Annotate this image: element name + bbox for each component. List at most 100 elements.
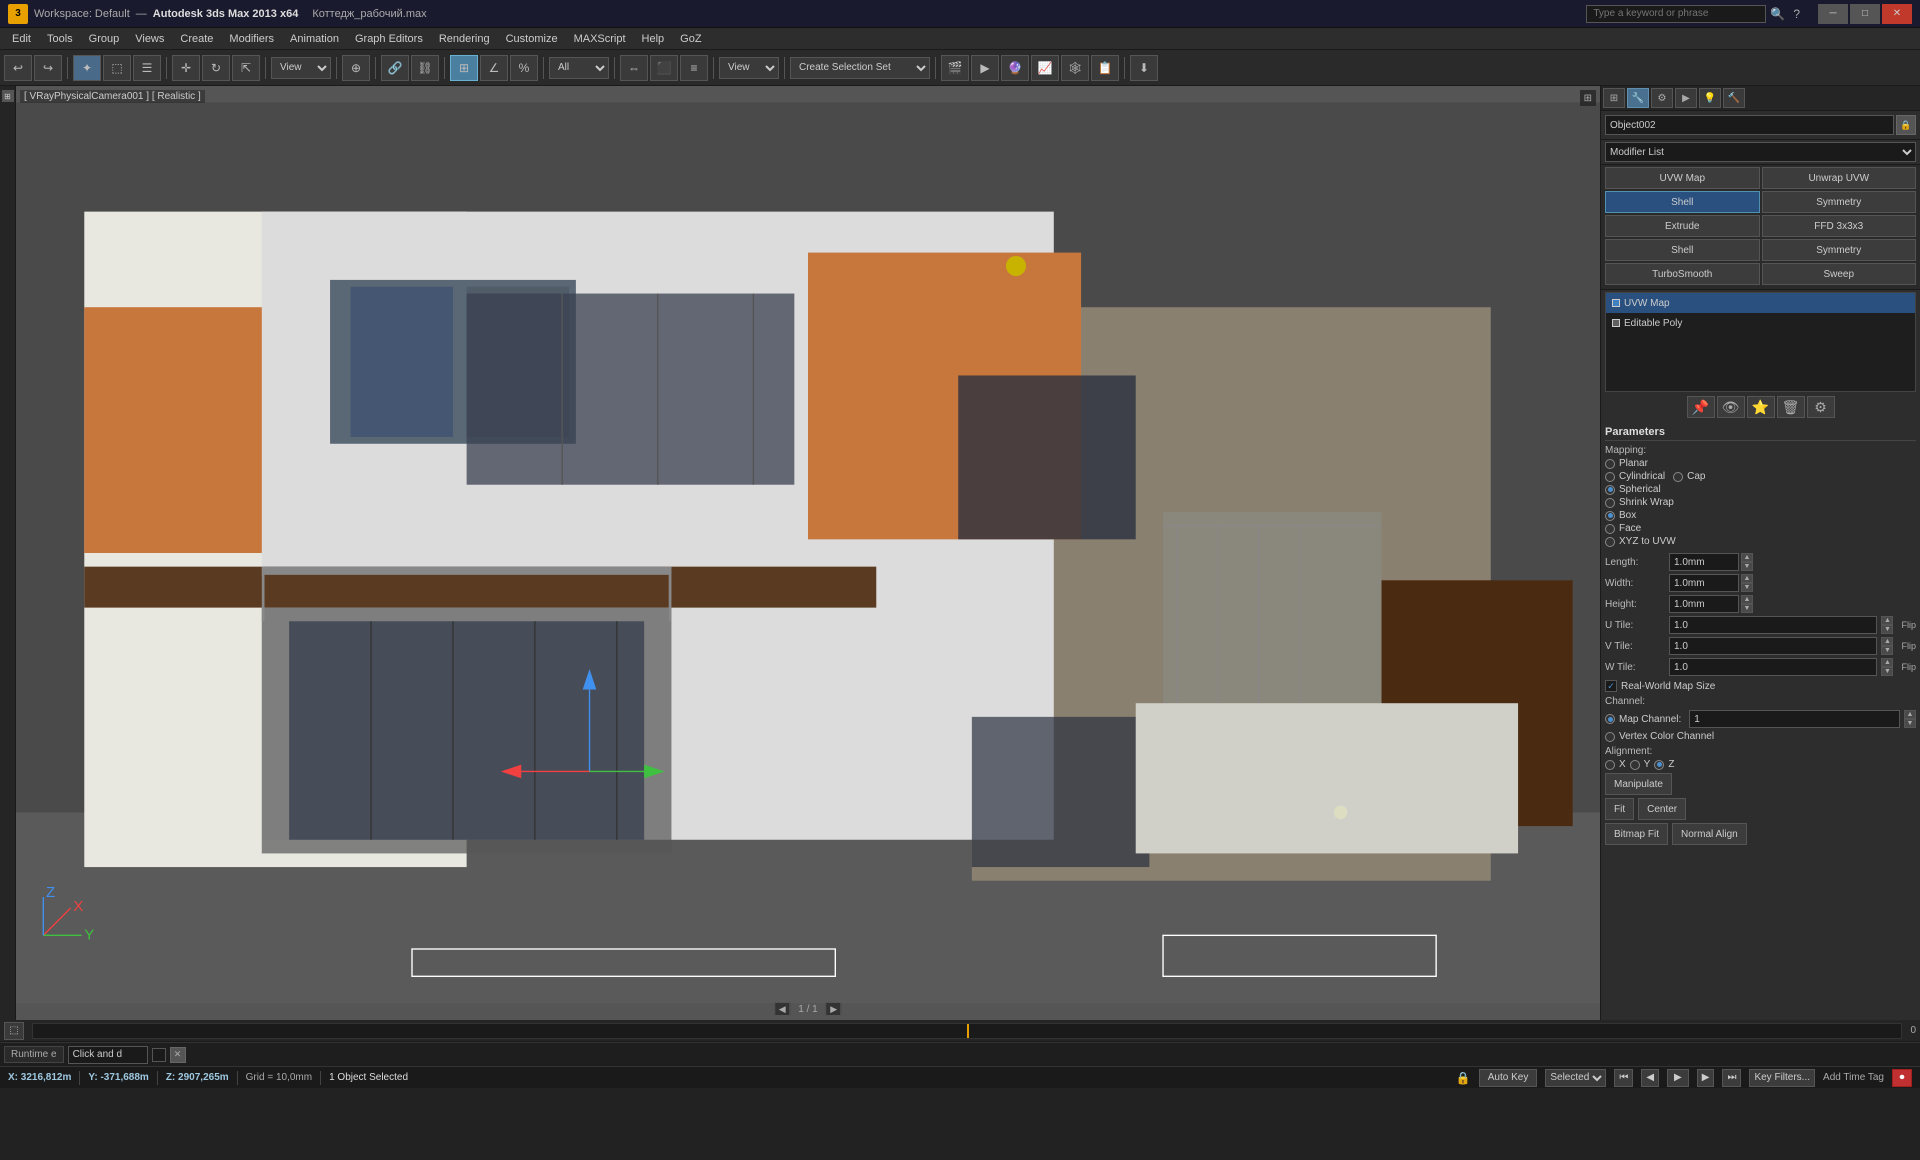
mod-btn-shell-2[interactable]: Shell: [1605, 239, 1760, 261]
map-channel-radio[interactable]: Map Channel:: [1605, 714, 1681, 725]
prev-page-button[interactable]: ◀: [774, 1002, 790, 1016]
display-tab[interactable]: ⊞: [1603, 88, 1625, 108]
select-by-name-button[interactable]: ☰: [133, 55, 161, 81]
runtime-close-button[interactable]: ✕: [170, 1047, 186, 1063]
mapping-shrinkwrap-radio[interactable]: [1605, 498, 1615, 508]
record-button[interactable]: ⏺: [1892, 1069, 1912, 1087]
mapping-spherical-radio[interactable]: [1605, 485, 1615, 495]
material-editor-button[interactable]: 🔮: [1001, 55, 1029, 81]
percent-snap-button[interactable]: %: [510, 55, 538, 81]
mapping-planar-radio[interactable]: [1605, 459, 1615, 469]
align-button[interactable]: ⬛: [650, 55, 678, 81]
selection-filter-dropdown[interactable]: All: [549, 57, 609, 79]
runtime-input[interactable]: [68, 1046, 148, 1064]
mapping-xyzuvw-radio[interactable]: [1605, 537, 1615, 547]
height-down[interactable]: ▼: [1741, 604, 1753, 613]
mod-btn-symmetry-1[interactable]: Symmetry: [1762, 191, 1917, 213]
fit-button[interactable]: Fit: [1605, 798, 1634, 820]
wtile-down[interactable]: ▼: [1881, 667, 1893, 676]
mapping-spherical[interactable]: Spherical: [1605, 484, 1916, 495]
vertex-color-dot[interactable]: [1605, 732, 1615, 742]
align-y-radio[interactable]: Y: [1630, 759, 1651, 770]
schematic-view-button[interactable]: 🕸: [1061, 55, 1089, 81]
channel-up[interactable]: ▲: [1904, 710, 1916, 719]
bitmap-fit-button[interactable]: Bitmap Fit: [1605, 823, 1668, 845]
menu-graph-editors[interactable]: Graph Editors: [347, 31, 431, 47]
channel-down[interactable]: ▼: [1904, 719, 1916, 728]
mod-btn-turbosmooth[interactable]: TurboSmooth: [1605, 263, 1760, 285]
angle-snap-button[interactable]: ∠: [480, 55, 508, 81]
mapping-cap-radio[interactable]: [1673, 472, 1683, 482]
mod-btn-extrude[interactable]: Extrude: [1605, 215, 1760, 237]
vtile-input[interactable]: [1669, 637, 1877, 655]
menu-modifiers[interactable]: Modifiers: [221, 31, 282, 47]
vtile-up[interactable]: ▲: [1881, 637, 1893, 646]
select-button[interactable]: ✦: [73, 55, 101, 81]
stack-item-uvwmap[interactable]: UVW Map: [1606, 293, 1915, 313]
motion-tab[interactable]: ▶: [1675, 88, 1697, 108]
timeline-track[interactable]: [32, 1023, 1902, 1039]
map-channel-dot[interactable]: [1605, 714, 1615, 724]
mod-btn-ffd[interactable]: FFD 3x3x3: [1762, 215, 1917, 237]
minimize-button[interactable]: ─: [1818, 4, 1848, 24]
mapping-box[interactable]: Box: [1605, 510, 1916, 521]
menu-create[interactable]: Create: [172, 31, 221, 47]
align-z-dot[interactable]: [1654, 760, 1664, 770]
stack-item-editpoly[interactable]: Editable Poly: [1606, 313, 1915, 333]
mapping-xyzuvw[interactable]: XYZ to UVW: [1605, 536, 1916, 547]
object-name-input[interactable]: Object002: [1605, 115, 1894, 135]
align-z-radio[interactable]: Z: [1654, 759, 1674, 770]
normal-align-button[interactable]: Normal Align: [1672, 823, 1747, 845]
menu-edit[interactable]: Edit: [4, 31, 39, 47]
maximize-button[interactable]: □: [1850, 4, 1880, 24]
play-button[interactable]: ▶: [1667, 1069, 1689, 1087]
height-input[interactable]: [1669, 595, 1739, 613]
mapping-cylindrical-radio[interactable]: [1605, 472, 1615, 482]
menu-goz[interactable]: GoZ: [672, 31, 709, 47]
mod-btn-symmetry-2[interactable]: Symmetry: [1762, 239, 1917, 261]
utilities-tab[interactable]: 🔨: [1723, 88, 1745, 108]
menu-animation[interactable]: Animation: [282, 31, 347, 47]
menu-help[interactable]: Help: [634, 31, 673, 47]
link-button[interactable]: 🔗: [381, 55, 409, 81]
menu-tools[interactable]: Tools: [39, 31, 81, 47]
viewport-layout-dropdown[interactable]: View: [719, 57, 779, 79]
mapping-box-radio[interactable]: [1605, 511, 1615, 521]
modify-tab[interactable]: 🔧: [1627, 88, 1649, 108]
menu-customize[interactable]: Customize: [498, 31, 566, 47]
center-button[interactable]: Center: [1638, 798, 1686, 820]
modifier-list-dropdown[interactable]: Modifier List: [1605, 142, 1916, 162]
key-filters-button[interactable]: Key Filters...: [1749, 1069, 1815, 1087]
width-input[interactable]: [1669, 574, 1739, 592]
wtile-up[interactable]: ▲: [1881, 658, 1893, 667]
reference-coord-dropdown[interactable]: View World Local: [271, 57, 331, 79]
mapping-face-radio[interactable]: [1605, 524, 1615, 534]
utile-up[interactable]: ▲: [1881, 616, 1893, 625]
realworld-checkbox[interactable]: [1605, 680, 1617, 692]
render-setup-button[interactable]: 🎬: [941, 55, 969, 81]
width-down[interactable]: ▼: [1741, 583, 1753, 592]
manipulate-button[interactable]: Manipulate: [1605, 773, 1672, 795]
hierarchy-tab[interactable]: ⚙: [1651, 88, 1673, 108]
next-frame-button[interactable]: ▶: [1697, 1069, 1715, 1087]
length-input[interactable]: [1669, 553, 1739, 571]
mapping-face[interactable]: Face: [1605, 523, 1916, 534]
align-y-dot[interactable]: [1630, 760, 1640, 770]
u-flip-label[interactable]: Flip: [1901, 620, 1916, 630]
mod-btn-unwrap[interactable]: Unwrap UVW: [1762, 167, 1917, 189]
mapping-planar[interactable]: Planar: [1605, 458, 1916, 469]
keying-sets-dropdown[interactable]: Selected: [1545, 1069, 1606, 1087]
object-lock-button[interactable]: 🔒: [1896, 115, 1916, 135]
undo-button[interactable]: ↩: [4, 55, 32, 81]
mirror-button[interactable]: ⇔: [620, 55, 648, 81]
v-flip-label[interactable]: Flip: [1901, 641, 1916, 651]
vtile-down[interactable]: ▼: [1881, 646, 1893, 655]
display-tab-2[interactable]: 💡: [1699, 88, 1721, 108]
render-mode-dropdown[interactable]: Create Selection Set: [790, 57, 930, 79]
close-button[interactable]: ✕: [1882, 4, 1912, 24]
curve-editor-button[interactable]: 📈: [1031, 55, 1059, 81]
runtime-checkbox[interactable]: [152, 1048, 166, 1062]
wtile-input[interactable]: [1669, 658, 1877, 676]
utile-input[interactable]: [1669, 616, 1877, 634]
snap-toggle-button[interactable]: ⊞: [450, 55, 478, 81]
